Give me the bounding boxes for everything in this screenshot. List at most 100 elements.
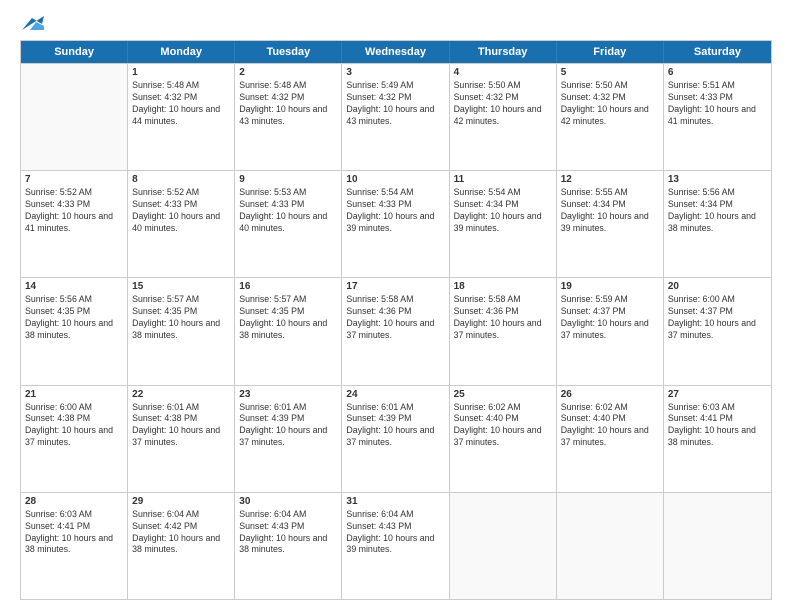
day-number: 27 xyxy=(668,389,767,400)
calendar-body: 1 Sunrise: 5:48 AM Sunset: 4:32 PM Daylig… xyxy=(21,63,771,599)
cal-cell: 8 Sunrise: 5:52 AM Sunset: 4:33 PM Daylig… xyxy=(128,171,235,277)
day-info: Sunrise: 5:51 AM Sunset: 4:33 PM Dayligh… xyxy=(668,80,767,128)
cal-cell: 30Sunrise: 6:04 AM Sunset: 4:43 PM Dayli… xyxy=(235,493,342,599)
header-day-tuesday: Tuesday xyxy=(235,41,342,63)
day-info: Sunrise: 5:54 AM Sunset: 4:34 PM Dayligh… xyxy=(454,187,552,235)
day-number: 10 xyxy=(346,174,444,185)
day-info: Sunrise: 6:01 AM Sunset: 4:38 PM Dayligh… xyxy=(132,402,230,450)
header-day-wednesday: Wednesday xyxy=(342,41,449,63)
day-number: 21 xyxy=(25,389,123,400)
day-number: 23 xyxy=(239,389,337,400)
day-info: Sunrise: 5:59 AM Sunset: 4:37 PM Dayligh… xyxy=(561,294,659,342)
day-number: 22 xyxy=(132,389,230,400)
day-info: Sunrise: 6:04 AM Sunset: 4:43 PM Dayligh… xyxy=(239,509,337,557)
day-number: 11 xyxy=(454,174,552,185)
day-info: Sunrise: 6:04 AM Sunset: 4:42 PM Dayligh… xyxy=(132,509,230,557)
header-day-thursday: Thursday xyxy=(450,41,557,63)
day-info: Sunrise: 5:48 AM Sunset: 4:32 PM Dayligh… xyxy=(132,80,230,128)
day-info: Sunrise: 6:02 AM Sunset: 4:40 PM Dayligh… xyxy=(454,402,552,450)
header-day-sunday: Sunday xyxy=(21,41,128,63)
day-number: 20 xyxy=(668,281,767,292)
header xyxy=(20,18,772,30)
day-info: Sunrise: 5:53 AM Sunset: 4:33 PM Dayligh… xyxy=(239,187,337,235)
day-number: 29 xyxy=(132,496,230,507)
cal-cell xyxy=(21,64,128,170)
header-day-saturday: Saturday xyxy=(664,41,771,63)
cal-cell: 29 Sunrise: 6:04 AM Sunset: 4:42 PM Dayli… xyxy=(128,493,235,599)
day-number: 16 xyxy=(239,281,337,292)
day-info: Sunrise: 5:57 AM Sunset: 4:35 PM Dayligh… xyxy=(239,294,337,342)
cal-cell: 15 Sunrise: 5:57 AM Sunset: 4:35 PM Dayli… xyxy=(128,278,235,384)
cal-cell: 20 Sunrise: 6:00 AM Sunset: 4:37 PM Dayli… xyxy=(664,278,771,384)
cal-cell: 3 Sunrise: 5:49 AM Sunset: 4:32 PM Daylig… xyxy=(342,64,449,170)
day-number: 5 xyxy=(561,67,659,78)
day-info: Sunrise: 5:50 AM Sunset: 4:32 PM Dayligh… xyxy=(561,80,659,128)
week-row-3: 14Sunrise: 5:56 AM Sunset: 4:35 PM Dayli… xyxy=(21,277,771,384)
day-info: Sunrise: 5:58 AM Sunset: 4:36 PM Dayligh… xyxy=(346,294,444,342)
page: SundayMondayTuesdayWednesdayThursdayFrid… xyxy=(0,0,792,612)
cal-cell: 27Sunrise: 6:03 AM Sunset: 4:41 PM Dayli… xyxy=(664,386,771,492)
logo xyxy=(20,18,44,30)
day-info: Sunrise: 5:48 AM Sunset: 4:32 PM Dayligh… xyxy=(239,80,337,128)
cal-cell: 16 Sunrise: 5:57 AM Sunset: 4:35 PM Dayli… xyxy=(235,278,342,384)
cal-cell: 1 Sunrise: 5:48 AM Sunset: 4:32 PM Daylig… xyxy=(128,64,235,170)
day-number: 18 xyxy=(454,281,552,292)
day-info: Sunrise: 5:49 AM Sunset: 4:32 PM Dayligh… xyxy=(346,80,444,128)
cal-cell: 13 Sunrise: 5:56 AM Sunset: 4:34 PM Dayli… xyxy=(664,171,771,277)
cal-cell: 26Sunrise: 6:02 AM Sunset: 4:40 PM Dayli… xyxy=(557,386,664,492)
cal-cell: 5 Sunrise: 5:50 AM Sunset: 4:32 PM Daylig… xyxy=(557,64,664,170)
cal-cell: 28Sunrise: 6:03 AM Sunset: 4:41 PM Dayli… xyxy=(21,493,128,599)
cal-cell: 14Sunrise: 5:56 AM Sunset: 4:35 PM Dayli… xyxy=(21,278,128,384)
day-number: 25 xyxy=(454,389,552,400)
cal-cell: 18 Sunrise: 5:58 AM Sunset: 4:36 PM Dayli… xyxy=(450,278,557,384)
cal-cell: 17 Sunrise: 5:58 AM Sunset: 4:36 PM Dayli… xyxy=(342,278,449,384)
cal-cell: 31 Sunrise: 6:04 AM Sunset: 4:43 PM Dayli… xyxy=(342,493,449,599)
day-info: Sunrise: 5:56 AM Sunset: 4:34 PM Dayligh… xyxy=(668,187,767,235)
day-number: 1 xyxy=(132,67,230,78)
day-number: 6 xyxy=(668,67,767,78)
day-number: 24 xyxy=(346,389,444,400)
day-number: 19 xyxy=(561,281,659,292)
cal-cell: 23Sunrise: 6:01 AM Sunset: 4:39 PM Dayli… xyxy=(235,386,342,492)
day-number: 3 xyxy=(346,67,444,78)
day-info: Sunrise: 6:04 AM Sunset: 4:43 PM Dayligh… xyxy=(346,509,444,557)
cal-cell: 19 Sunrise: 5:59 AM Sunset: 4:37 PM Dayli… xyxy=(557,278,664,384)
cal-cell: 22 Sunrise: 6:01 AM Sunset: 4:38 PM Dayli… xyxy=(128,386,235,492)
cal-cell xyxy=(664,493,771,599)
day-info: Sunrise: 6:03 AM Sunset: 4:41 PM Dayligh… xyxy=(25,509,123,557)
day-number: 26 xyxy=(561,389,659,400)
cal-cell xyxy=(450,493,557,599)
day-number: 17 xyxy=(346,281,444,292)
calendar-header: SundayMondayTuesdayWednesdayThursdayFrid… xyxy=(21,41,771,63)
day-number: 31 xyxy=(346,496,444,507)
day-number: 7 xyxy=(25,174,123,185)
cal-cell: 10 Sunrise: 5:54 AM Sunset: 4:33 PM Dayli… xyxy=(342,171,449,277)
cal-cell: 9 Sunrise: 5:53 AM Sunset: 4:33 PM Daylig… xyxy=(235,171,342,277)
day-info: Sunrise: 5:57 AM Sunset: 4:35 PM Dayligh… xyxy=(132,294,230,342)
day-number: 8 xyxy=(132,174,230,185)
cal-cell xyxy=(557,493,664,599)
week-row-4: 21Sunrise: 6:00 AM Sunset: 4:38 PM Dayli… xyxy=(21,385,771,492)
day-info: Sunrise: 5:50 AM Sunset: 4:32 PM Dayligh… xyxy=(454,80,552,128)
day-info: Sunrise: 5:54 AM Sunset: 4:33 PM Dayligh… xyxy=(346,187,444,235)
header-day-friday: Friday xyxy=(557,41,664,63)
day-info: Sunrise: 6:00 AM Sunset: 4:37 PM Dayligh… xyxy=(668,294,767,342)
day-info: Sunrise: 5:55 AM Sunset: 4:34 PM Dayligh… xyxy=(561,187,659,235)
cal-cell: 24 Sunrise: 6:01 AM Sunset: 4:39 PM Dayli… xyxy=(342,386,449,492)
cal-cell: 7Sunrise: 5:52 AM Sunset: 4:33 PM Daylig… xyxy=(21,171,128,277)
day-info: Sunrise: 6:01 AM Sunset: 4:39 PM Dayligh… xyxy=(346,402,444,450)
day-number: 2 xyxy=(239,67,337,78)
day-number: 9 xyxy=(239,174,337,185)
cal-cell: 6 Sunrise: 5:51 AM Sunset: 4:33 PM Daylig… xyxy=(664,64,771,170)
cal-cell: 11 Sunrise: 5:54 AM Sunset: 4:34 PM Dayli… xyxy=(450,171,557,277)
week-row-1: 1 Sunrise: 5:48 AM Sunset: 4:32 PM Daylig… xyxy=(21,63,771,170)
day-info: Sunrise: 5:56 AM Sunset: 4:35 PM Dayligh… xyxy=(25,294,123,342)
day-number: 13 xyxy=(668,174,767,185)
day-info: Sunrise: 5:58 AM Sunset: 4:36 PM Dayligh… xyxy=(454,294,552,342)
calendar: SundayMondayTuesdayWednesdayThursdayFrid… xyxy=(20,40,772,600)
day-info: Sunrise: 5:52 AM Sunset: 4:33 PM Dayligh… xyxy=(132,187,230,235)
cal-cell: 2 Sunrise: 5:48 AM Sunset: 4:32 PM Daylig… xyxy=(235,64,342,170)
cal-cell: 12Sunrise: 5:55 AM Sunset: 4:34 PM Dayli… xyxy=(557,171,664,277)
day-number: 15 xyxy=(132,281,230,292)
cal-cell: 21Sunrise: 6:00 AM Sunset: 4:38 PM Dayli… xyxy=(21,386,128,492)
